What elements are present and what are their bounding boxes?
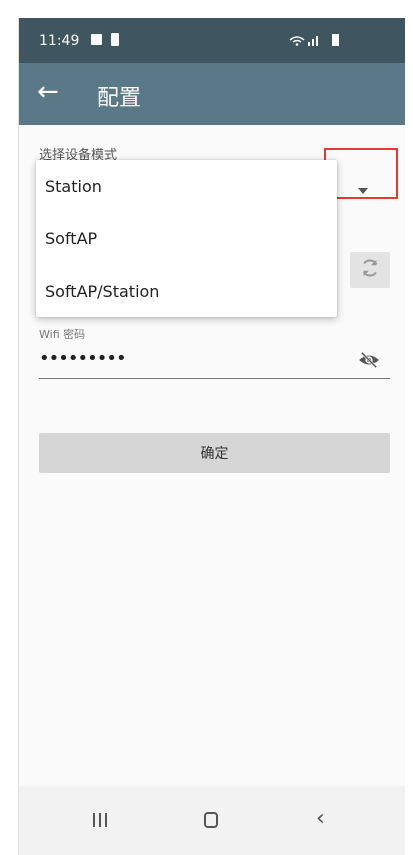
menu-item-station[interactable]: Station xyxy=(36,160,337,212)
eye-off-icon[interactable] xyxy=(358,351,380,373)
image-notification-icon xyxy=(91,34,102,45)
toolbar: ← 配置 xyxy=(19,63,405,125)
system-nav-bar: ‹ xyxy=(19,786,405,855)
status-time: 11:49 xyxy=(39,33,80,49)
refresh-icon xyxy=(359,257,381,283)
battery-notification-icon xyxy=(111,33,119,46)
page-title: 配置 xyxy=(97,86,142,111)
menu-item-softap[interactable]: SoftAP xyxy=(36,212,337,264)
menu-item-softap-station[interactable]: SoftAP/Station xyxy=(36,265,337,317)
wifi-password-input[interactable]: ••••••••• xyxy=(39,348,127,369)
recents-icon[interactable] xyxy=(93,813,109,827)
wifi-signal-icon xyxy=(288,32,328,51)
home-icon[interactable] xyxy=(204,812,218,828)
wifi-password-label: Wifi 密码 xyxy=(39,328,86,341)
refresh-button[interactable] xyxy=(350,252,390,288)
confirm-button[interactable]: 确定 xyxy=(39,433,390,473)
status-bar: 11:49 xyxy=(19,18,405,63)
battery-icon xyxy=(332,34,339,46)
back-icon[interactable]: ‹ xyxy=(316,808,325,830)
arrow-left-icon[interactable]: ← xyxy=(37,77,59,107)
password-underline xyxy=(39,378,390,379)
device-mode-menu: Station SoftAP SoftAP/Station xyxy=(36,160,337,317)
app-screen: 11:49 ← 配置 选择设备模式 Wifi 密码 ••••••••• 确定 S… xyxy=(18,18,405,855)
